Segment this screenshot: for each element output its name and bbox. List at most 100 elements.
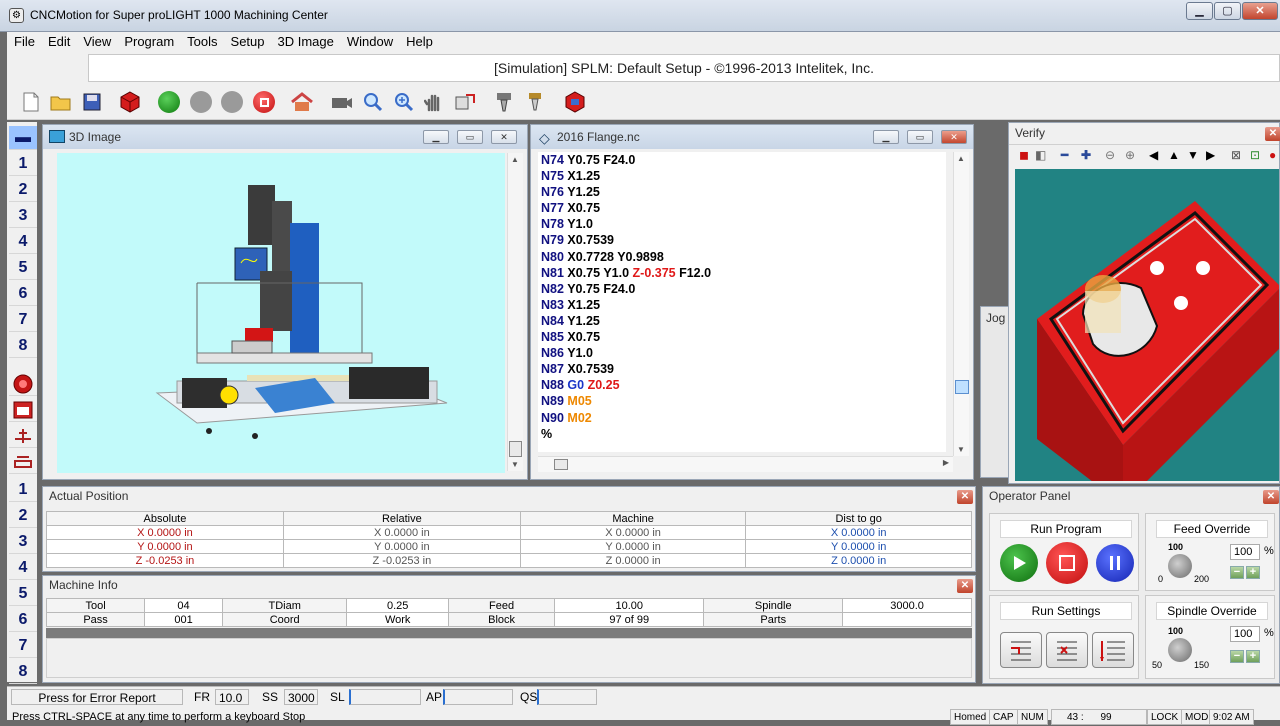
close-button[interactable]: ✕ — [1242, 2, 1278, 20]
verify-plus-icon[interactable]: ✚ — [1081, 148, 1091, 162]
verify-down-icon[interactable]: ▼ — [1187, 148, 1199, 162]
3d-image-close-button[interactable]: ✕ — [491, 130, 517, 144]
verify-stop-icon[interactable]: ● — [1269, 148, 1276, 162]
verify-cube-icon[interactable]: ◼ — [1019, 148, 1029, 162]
offset-button-8[interactable]: 8 — [9, 660, 37, 684]
teach-icon[interactable] — [9, 398, 37, 422]
code-line[interactable]: N87 X0.7539 — [538, 361, 946, 377]
code-line[interactable]: N74 Y0.75 F24.0 — [538, 152, 946, 168]
code-line[interactable]: N75 X1.25 — [538, 168, 946, 184]
camera-icon[interactable] — [330, 90, 354, 114]
open-folder-icon[interactable] — [49, 90, 73, 114]
pan-hand-icon[interactable] — [422, 90, 446, 114]
code-line[interactable]: N76 Y1.25 — [538, 184, 946, 200]
feed-override-input[interactable]: 100 — [1230, 544, 1260, 560]
verify-viewport[interactable] — [1015, 169, 1280, 505]
tool-holder-icon[interactable] — [492, 90, 516, 114]
zoom-in-icon[interactable] — [392, 90, 416, 114]
verify-refresh-icon[interactable]: ⊡ — [1250, 148, 1260, 162]
menu-window[interactable]: Window — [340, 32, 399, 49]
offset-button-2[interactable]: 2 — [9, 504, 37, 528]
position-button-6[interactable]: 6 — [9, 282, 37, 306]
verify-up-icon[interactable]: ▲ — [1168, 148, 1180, 162]
actual-position-close-button[interactable]: ✕ — [957, 490, 973, 504]
menu-edit[interactable]: Edit — [41, 32, 76, 49]
code-line[interactable]: N79 X0.7539 — [538, 232, 946, 248]
3d-image-minimize-button[interactable]: ▁ — [423, 130, 449, 144]
nc-code-view[interactable]: N74 Y0.75 F24.0 N75 X1.25 N76 Y1.25 N77 X0.… — [538, 152, 946, 452]
code-line[interactable]: N77 X0.75 — [538, 200, 946, 216]
offset-button-7[interactable]: 7 — [9, 634, 37, 658]
verify-fit-icon[interactable]: ⊠ — [1231, 148, 1241, 162]
run-icon[interactable] — [157, 90, 181, 114]
verify-left-icon[interactable]: ◀ — [1149, 148, 1158, 162]
offset-button-1[interactable]: 1 — [9, 478, 37, 502]
step-gray-icon[interactable] — [220, 90, 244, 114]
skip-block-button[interactable] — [1046, 632, 1088, 668]
position-button-7[interactable]: 7 — [9, 308, 37, 332]
code-line[interactable]: N80 X0.7728 Y0.9898 — [538, 249, 946, 265]
offset-button-4[interactable]: 4 — [9, 556, 37, 580]
position-button-4[interactable]: 4 — [9, 230, 37, 254]
operator-panel-close-button[interactable]: ✕ — [1263, 490, 1279, 504]
position-button-8[interactable]: 8 — [9, 334, 37, 358]
spindle-override-knob[interactable] — [1168, 638, 1192, 662]
code-line[interactable]: N82 Y0.75 F24.0 — [538, 281, 946, 297]
code-line[interactable]: N89 M05 — [538, 393, 946, 409]
code-line[interactable]: N81 X0.75 Y1.0 Z-0.375 F12.0 — [538, 265, 946, 281]
spindle-plus-button[interactable]: + — [1246, 650, 1260, 663]
code-line[interactable]: N78 Y1.0 — [538, 216, 946, 232]
code-minimize-button[interactable]: ▁ — [873, 130, 899, 144]
axis-align-icon[interactable] — [9, 424, 37, 448]
position-button-3[interactable]: 3 — [9, 204, 37, 228]
menu-view[interactable]: View — [76, 32, 117, 49]
menu-file[interactable]: File — [7, 32, 41, 49]
record-icon[interactable] — [9, 372, 37, 396]
verify-minus-icon[interactable]: ━ — [1061, 148, 1068, 162]
error-report-button[interactable]: Press for Error Report — [11, 689, 183, 705]
3d-viewport[interactable] — [57, 153, 505, 473]
offset-button-3[interactable]: 3 — [9, 530, 37, 554]
feed-plus-button[interactable]: + — [1246, 566, 1260, 579]
pause-gray-icon[interactable] — [189, 90, 213, 114]
machine-cube-icon[interactable] — [118, 90, 142, 114]
stop-icon[interactable] — [252, 90, 276, 114]
spindle-override-input[interactable]: 100 — [1230, 626, 1260, 642]
spindle-minus-button[interactable]: − — [1230, 650, 1244, 663]
zoom-icon[interactable] — [361, 90, 385, 114]
jog-panel[interactable]: Jog — [980, 306, 1010, 478]
minimize-button[interactable]: ▁ — [1186, 2, 1213, 20]
feed-minus-button[interactable]: − — [1230, 566, 1244, 579]
new-file-icon[interactable] — [19, 90, 43, 114]
menu-help[interactable]: Help — [399, 32, 439, 49]
verify-right-icon[interactable]: ▶ — [1206, 148, 1215, 162]
save-icon[interactable] — [80, 90, 104, 114]
code-line[interactable]: N85 X0.75 — [538, 329, 946, 345]
code-line[interactable]: N83 X1.25 — [538, 297, 946, 313]
pause-button[interactable] — [1096, 544, 1134, 582]
run-button[interactable] — [1000, 544, 1038, 582]
menu-setup[interactable]: Setup — [224, 32, 271, 49]
offset-button-6[interactable]: 6 — [9, 608, 37, 632]
code-line[interactable]: N88 G0 Z0.25 — [538, 377, 946, 393]
home-icon[interactable] — [290, 90, 314, 114]
code-line[interactable]: N84 Y1.25 — [538, 313, 946, 329]
machine-info-close-button[interactable]: ✕ — [957, 579, 973, 593]
position-button-2[interactable]: 2 — [9, 178, 37, 202]
stop-button[interactable] — [1046, 542, 1088, 584]
menu-program[interactable]: Program — [117, 32, 180, 49]
code-maximize-button[interactable]: ▭ — [907, 130, 933, 144]
menu-tools[interactable]: Tools — [180, 32, 223, 49]
3d-image-maximize-button[interactable]: ▭ — [457, 130, 483, 144]
position-button-5[interactable]: 5 — [9, 256, 37, 280]
code-line[interactable]: N90 M02 — [538, 410, 946, 426]
code-vertical-scrollbar[interactable]: ▲ ▼ — [953, 152, 969, 456]
code-close-button[interactable]: ✕ — [941, 130, 967, 144]
select-machine-icon[interactable]: ▬ — [9, 126, 37, 150]
code-line[interactable]: N86 Y1.0 — [538, 345, 946, 361]
position-button-1[interactable]: 1 — [9, 152, 37, 176]
feed-override-knob[interactable] — [1168, 554, 1192, 578]
fixture-icon[interactable] — [9, 450, 37, 474]
offset-button-5[interactable]: 5 — [9, 582, 37, 606]
single-block-button[interactable] — [1000, 632, 1042, 668]
